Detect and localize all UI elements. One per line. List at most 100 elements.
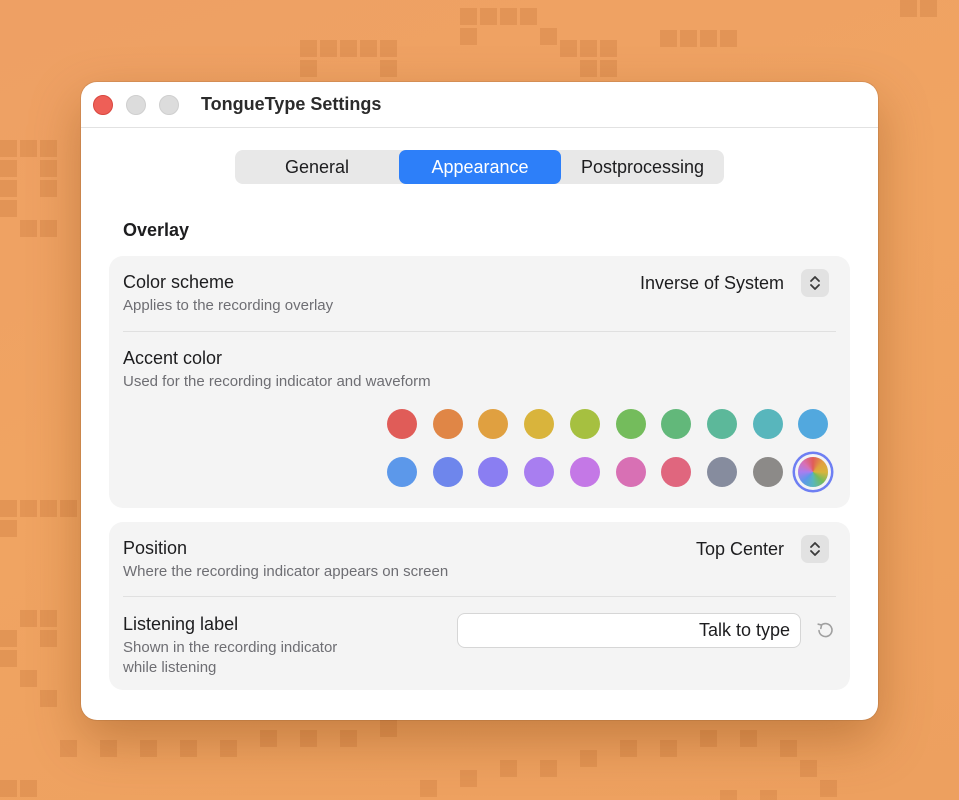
accent-swatch[interactable] [478,457,509,487]
overlay-section-title: Overlay [123,220,190,240]
background-pixel [320,40,337,57]
accent-swatch[interactable] [706,457,737,487]
accent-swatch[interactable] [752,409,783,439]
accent-swatch[interactable] [752,457,783,487]
background-pixel [40,180,57,197]
minimize-window-button[interactable] [126,95,146,115]
background-pixel [600,40,617,57]
position-value[interactable]: Top Center [696,539,784,560]
background-pixel [360,40,377,57]
background-pixel [600,60,617,77]
background-pixel [0,650,17,667]
accent-swatch[interactable] [615,457,646,487]
settings-window: TongueType Settings General Appearance P… [81,82,878,720]
accent-swatch[interactable] [569,409,600,439]
reset-arrow-icon[interactable] [815,620,835,640]
indicator-settings-card: Position Where the recording indicator a… [109,522,850,690]
background-pixel [380,60,397,77]
background-pixel [480,8,497,25]
background-pixel [20,610,37,627]
background-pixel [40,500,57,517]
background-pixel [800,760,817,777]
background-pixel [300,40,317,57]
background-pixel [760,790,777,800]
color-scheme-description: Applies to the recording overlay [123,297,334,314]
background-pixel [260,730,277,747]
listening-label-description-line2: while listening [123,659,217,676]
settings-tab-bar: General Appearance Postprocessing [235,150,724,184]
background-pixel [20,780,37,797]
overlay-settings-card: Color scheme Applies to the recording ov… [109,256,850,508]
background-pixel [740,730,757,747]
tab-postprocessing[interactable]: Postprocessing [561,150,724,184]
background-pixel [660,740,677,757]
accent-swatch[interactable] [478,409,509,439]
background-pixel [920,0,937,17]
accent-swatch[interactable] [661,457,692,487]
background-pixel [140,740,157,757]
color-scheme-popup-button[interactable] [801,269,829,297]
background-pixel [460,770,477,787]
background-pixel [500,8,517,25]
background-pixel [0,630,17,647]
accent-swatch[interactable] [387,457,417,487]
background-pixel [780,740,797,757]
background-pixel [720,30,737,47]
title-bar: TongueType Settings [81,82,878,128]
background-pixel [40,630,57,647]
background-pixel [0,780,17,797]
accent-swatch[interactable] [524,457,555,487]
background-pixel [460,8,477,25]
background-pixel [500,760,517,777]
row-divider [123,331,836,332]
background-pixel [540,28,557,45]
window-title: TongueType Settings [201,94,382,114]
background-pixel [220,740,237,757]
color-scheme-value[interactable]: Inverse of System [640,273,784,294]
listening-label-input[interactable]: Talk to type [457,613,801,648]
accent-swatch[interactable] [706,409,737,439]
accent-swatch[interactable] [387,409,417,439]
background-pixel [380,40,397,57]
background-pixel [40,140,57,157]
position-description: Where the recording indicator appears on… [123,563,449,580]
color-scheme-label: Color scheme [123,272,235,292]
accent-swatch[interactable] [615,409,646,439]
background-pixel [0,520,17,537]
background-pixel [580,60,597,77]
background-pixel [380,720,397,737]
background-pixel [560,40,577,57]
background-pixel [340,40,357,57]
background-pixel [0,160,17,177]
background-pixel [540,760,557,777]
background-pixel [680,30,697,47]
accent-swatch[interactable] [798,409,829,439]
tab-appearance[interactable]: Appearance [399,150,561,184]
background-pixel [620,740,637,757]
background-pixel [520,8,537,25]
accent-swatch[interactable] [569,457,600,487]
background-pixel [100,740,117,757]
accent-swatch[interactable] [661,409,692,439]
background-pixel [60,740,77,757]
background-pixel [40,220,57,237]
background-pixel [700,730,717,747]
accent-swatch[interactable] [432,409,463,439]
accent-swatch[interactable] [432,457,463,487]
background-pixel [300,60,317,77]
background-pixel [0,500,17,517]
background-pixel [820,780,837,797]
background-pixel [580,750,597,767]
zoom-window-button[interactable] [159,95,179,115]
close-window-button[interactable] [93,95,113,115]
position-popup-button[interactable] [801,535,829,563]
background-pixel [180,740,197,757]
background-pixel [900,0,917,17]
background-pixel [580,40,597,57]
background-pixel [40,610,57,627]
accent-swatch-multicolor[interactable] [798,457,829,487]
background-pixel [300,730,317,747]
chevron-up-down-icon [810,276,820,290]
accent-swatch[interactable] [524,409,555,439]
tab-general[interactable]: General [235,150,399,184]
